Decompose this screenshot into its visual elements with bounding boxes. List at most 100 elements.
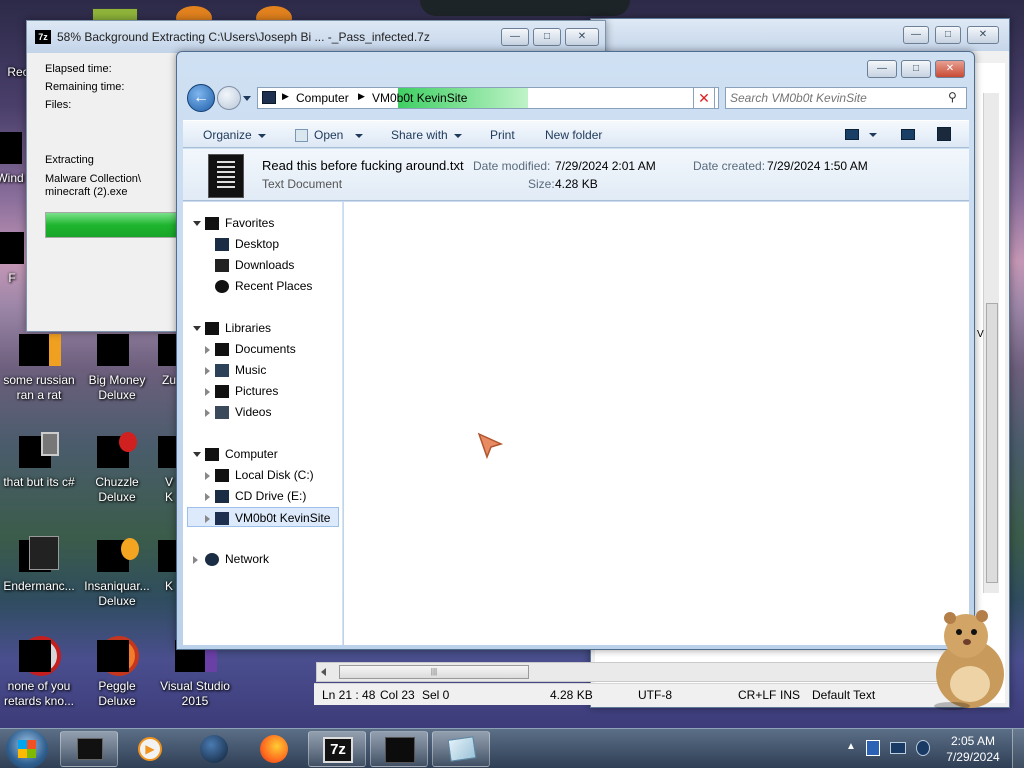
explorer-window[interactable]: — □ ✕ ← ▶ Computer ▶ VM0b0t KevinSite ✕ … <box>176 51 975 650</box>
chevron-down-icon[interactable] <box>869 133 877 137</box>
search-box[interactable]: ⚲ <box>725 87 967 109</box>
nav-documents[interactable]: Documents <box>183 339 343 359</box>
nav-vm-site[interactable]: VM0b0t KevinSite <box>187 507 339 527</box>
breadcrumb-computer[interactable]: Computer <box>296 91 349 105</box>
start-button[interactable] <box>6 729 48 768</box>
app-icon <box>97 330 137 370</box>
operation-status: Extracting <box>45 154 94 166</box>
nav-cd-drive[interactable]: CD Drive (E:) <box>183 486 343 506</box>
display-tray-icon[interactable] <box>890 742 906 754</box>
desktop-icon[interactable]: Chuzzle Deluxe <box>78 432 156 505</box>
desktop-icon[interactable]: some russian ran a rat <box>0 330 78 403</box>
print-button[interactable]: Print <box>490 121 515 149</box>
maximize-button[interactable]: □ <box>533 28 561 46</box>
nav-pictures[interactable]: Pictures <box>183 381 343 401</box>
nav-label: Downloads <box>235 258 295 272</box>
taskbar-app-globe[interactable] <box>190 731 234 767</box>
status-ins: INS <box>780 688 801 702</box>
nav-downloads[interactable]: Downloads <box>183 255 343 275</box>
hamster-sticker-icon <box>934 610 1004 710</box>
help-icon[interactable] <box>937 127 951 141</box>
taskbar-app-notepad[interactable] <box>432 731 490 767</box>
minimize-button[interactable]: — <box>501 28 529 46</box>
expand-icon <box>193 221 201 226</box>
organize-menu[interactable]: Organize <box>203 121 266 149</box>
new-folder-button[interactable]: New folder <box>545 121 602 149</box>
file-list-area[interactable] <box>344 202 969 645</box>
stop-button[interactable]: ✕ <box>693 87 715 109</box>
nav-label: CD Drive (E:) <box>235 489 307 503</box>
nav-computer[interactable]: Computer <box>183 444 343 464</box>
preview-pane-icon[interactable] <box>901 129 915 140</box>
notepad-hscroll[interactable]: ||| <box>316 662 946 682</box>
maximize-button[interactable]: □ <box>901 60 931 78</box>
search-input[interactable] <box>730 90 940 106</box>
nav-label: Desktop <box>235 237 280 251</box>
nav-network[interactable]: Network <box>183 549 343 569</box>
change-view-icon[interactable] <box>845 129 859 140</box>
open-menu[interactable]: Open <box>295 121 364 149</box>
nav-videos[interactable]: Videos <box>183 402 343 422</box>
nav-recent-places[interactable]: Recent Places <box>183 276 343 296</box>
desktop-icon[interactable]: none of you retards kno... <box>0 636 78 709</box>
volume-tray-icon[interactable] <box>916 740 930 756</box>
collapse-icon <box>193 556 198 564</box>
desktop-icon[interactable]: that but its c# <box>0 432 78 490</box>
current-file: Malware Collection\ minecraft (2).exe <box>45 173 141 199</box>
nav-desktop[interactable]: Desktop <box>183 234 343 254</box>
back-button[interactable]: ← <box>187 84 215 112</box>
network-tray-icon[interactable] <box>866 740 880 756</box>
forward-button[interactable] <box>217 86 241 110</box>
desktop-icon[interactable]: Big Money Deluxe <box>78 330 156 403</box>
new-folder-label: New folder <box>545 128 603 142</box>
desktop-icon[interactable]: Endermanc... <box>0 536 78 594</box>
taskbar-app-terminal[interactable] <box>370 731 428 767</box>
show-desktop-button[interactable] <box>1012 729 1024 768</box>
close-button[interactable]: ✕ <box>967 26 999 44</box>
navigation-pane[interactable]: Favorites Desktop Downloads Recent Place… <box>183 202 343 645</box>
nav-music[interactable]: Music <box>183 360 343 380</box>
nav-favorites[interactable]: Favorites <box>183 213 343 233</box>
close-button[interactable]: ✕ <box>935 60 965 78</box>
chevron-down-icon <box>355 133 364 138</box>
size-value: 4.28 KB <box>555 177 598 191</box>
desktop-icon-label: Deluxe <box>98 594 136 608</box>
taskbar-app-firefox[interactable] <box>252 731 296 767</box>
share-with-menu[interactable]: Share with <box>391 121 462 149</box>
downloads-icon <box>215 259 229 272</box>
vertical-scrollbar[interactable] <box>983 93 999 593</box>
nav-local-disk[interactable]: Local Disk (C:) <box>183 465 343 485</box>
maximize-button[interactable]: □ <box>935 26 961 44</box>
details-pane: Read this before fucking around.txt Text… <box>183 149 969 201</box>
taskbar-app-media-player[interactable]: ▶ <box>128 731 172 767</box>
windows-logo-icon <box>18 740 36 758</box>
minimize-button[interactable]: — <box>903 26 929 44</box>
breadcrumb-current[interactable]: VM0b0t KevinSite <box>372 91 467 105</box>
elapsed-time-label: Elapsed time: <box>45 63 112 75</box>
app-icon <box>97 432 137 472</box>
app-icon <box>19 330 61 370</box>
scroll-thumb[interactable]: ||| <box>339 665 529 679</box>
close-button[interactable]: ✕ <box>565 28 599 46</box>
collapse-icon <box>205 409 210 417</box>
collapse-icon <box>205 346 210 354</box>
show-hidden-icons-icon[interactable]: ▲ <box>846 741 856 752</box>
window-edge <box>420 0 630 16</box>
taskbar-app-explorer[interactable] <box>60 731 118 767</box>
desktop-icon[interactable]: Peggle Deluxe <box>78 636 156 709</box>
desktop-icon-label: Big Money <box>88 373 146 387</box>
clock[interactable]: 2:05 AM 7/29/2024 <box>942 733 1004 765</box>
taskbar-app-7zip[interactable]: 7z <box>308 731 366 767</box>
scroll-thumb[interactable] <box>986 303 998 583</box>
address-bar[interactable]: ▶ Computer ▶ VM0b0t KevinSite <box>257 87 719 109</box>
minimize-button[interactable]: — <box>867 60 897 78</box>
desktop-icon[interactable]: Insaniquar... Deluxe <box>78 536 156 609</box>
scroll-left-arrow[interactable] <box>321 668 326 676</box>
recent-pages-dropdown[interactable] <box>243 96 251 101</box>
nav-libraries[interactable]: Libraries <box>183 318 343 338</box>
desktop-icon-label: Chuzzle <box>95 475 139 489</box>
app-icon <box>19 432 59 472</box>
notepad-status-bar: Ln 21 : 48 Col 23 Sel 0 4.28 KB UTF-8 CR… <box>314 683 954 705</box>
chevron-down-icon <box>257 133 266 138</box>
nav-label: Documents <box>235 342 296 356</box>
